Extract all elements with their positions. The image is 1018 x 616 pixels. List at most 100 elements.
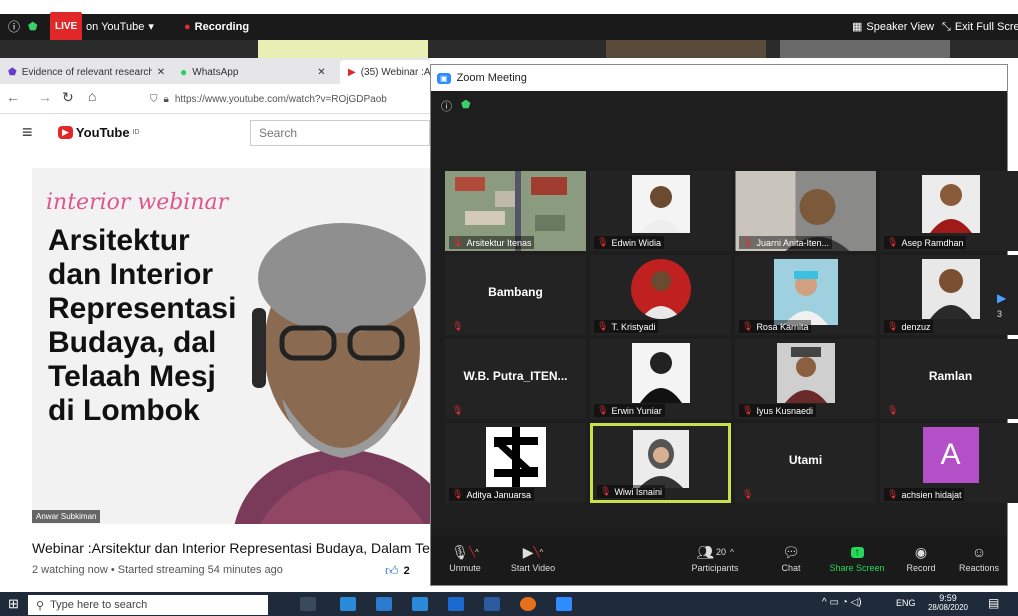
browser-tab-bar: ⬟ Evidence of relevant research o ✕ ● Wh…: [0, 58, 430, 84]
camera-off-icon: ▶ ╲ ^: [522, 543, 544, 560]
chat-button[interactable]: 💬︎ Chat: [759, 541, 823, 574]
participant-tile-2[interactable]: 🎙︎ Edwin Widia: [590, 171, 731, 251]
chevron-down-icon: ▾: [148, 21, 154, 33]
participant-name: 🎙︎ Rosa Karnita: [739, 320, 812, 333]
shield-icon[interactable]: ⬟: [28, 14, 38, 40]
participant-tile-15[interactable]: Utami 🎙︎: [735, 423, 876, 503]
encryption-shield-icon[interactable]: ⬟: [461, 98, 471, 111]
participant-photo: [776, 343, 835, 403]
close-icon[interactable]: ✕: [317, 67, 325, 78]
participant-display-name: Ramlan: [928, 369, 973, 383]
forward-icon[interactable]: →: [38, 89, 52, 105]
participant-tile-9[interactable]: W.B. Putra_ITEN... 🎙︎: [445, 339, 586, 419]
participant-name: 🎙︎ T. Kristyadi: [594, 320, 659, 333]
reactions-button[interactable]: ☺ Reactions: [947, 541, 1011, 573]
reload-icon[interactable]: ↻: [62, 89, 74, 106]
record-button[interactable]: ◉ Record: [889, 541, 953, 574]
close-icon[interactable]: ✕: [157, 67, 165, 78]
share-screen-icon: ↑: [850, 546, 864, 558]
participant-tile-11[interactable]: 🎙︎ Iyus Kusnaedi: [735, 339, 876, 419]
taskbar-search-box[interactable]: ⚲ Type here to search: [28, 595, 268, 615]
recording-indicator[interactable]: ● Recording: [184, 14, 249, 40]
participant-name: 🎙︎ Erwin Yuniar: [594, 404, 665, 417]
task-view-icon[interactable]: [300, 597, 316, 611]
participant-tile-16[interactable]: A 🎙︎ achsien hidajat: [880, 423, 1018, 503]
app-icon[interactable]: [484, 597, 500, 611]
next-page-arrow-icon[interactable]: ▶: [997, 291, 1006, 305]
muted-mic-icon: 🎙︎: [452, 237, 464, 247]
tab-whatsapp[interactable]: ● WhatsApp ✕: [172, 60, 340, 84]
participant-tile-5[interactable]: Bambang 🎙︎: [445, 255, 586, 335]
zoom-window: ▣ Zoom Meeting ⓘ ⬟ 🎙︎ Arsitektur Itenas 🎙…: [430, 64, 1018, 586]
participant-label: Edwin Widia: [611, 237, 661, 248]
share-screen-button[interactable]: ↑ Share Screen: [825, 541, 889, 573]
store-icon[interactable]: [412, 597, 428, 611]
whatsapp-icon: ●: [180, 65, 188, 79]
participant-name: 🎙︎: [449, 404, 466, 417]
participant-tile-1[interactable]: 🎙︎ Arsitektur Itenas: [445, 171, 586, 251]
participant-avatar: A: [922, 427, 979, 483]
start-video-button[interactable]: ▶ ╲ ^ Start Video: [501, 541, 565, 574]
menu-icon[interactable]: ≡: [22, 122, 33, 143]
participant-photo: [921, 175, 980, 233]
muted-mic-icon: 🎙︎: [600, 486, 612, 496]
back-icon[interactable]: ←: [6, 89, 20, 105]
zoom-taskbar-icon[interactable]: [556, 597, 572, 611]
language-indicator[interactable]: ENG: [896, 598, 916, 608]
video-meta: 2 watching now • Started streaming 54 mi…: [32, 564, 283, 576]
clock[interactable]: 9:59 28/08/2020: [926, 593, 970, 612]
participant-name: 🎙︎ Juarni Anita-Iten...: [739, 236, 832, 249]
participant-name: 🎙︎: [884, 404, 901, 417]
participant-tile-13[interactable]: 🎙︎ Aditya Januarsa: [445, 423, 586, 503]
url-field[interactable]: ⛉ 🔒︎ https://www.youtube.com/watch?v=ROj…: [150, 88, 430, 110]
participant-name: 🎙︎: [449, 320, 466, 333]
file-explorer-icon[interactable]: [376, 597, 392, 611]
participant-tile-7[interactable]: 🎙︎ Rosa Karnita: [735, 255, 876, 335]
tab-webinar[interactable]: ▶ (35) Webinar :Arsi: [340, 60, 430, 84]
tab-evidence[interactable]: ⬟ Evidence of relevant research o ✕: [0, 60, 170, 84]
participant-tile-10[interactable]: 🎙︎ Erwin Yuniar: [590, 339, 731, 419]
system-tray-icons[interactable]: ^ ▭ ◔ ◁): [822, 597, 862, 608]
record-icon: ◉: [914, 543, 928, 560]
thumbs-up-icon: 👍︎: [385, 563, 399, 578]
info-icon[interactable]: ⓘ: [8, 14, 20, 40]
like-button[interactable]: 👍︎ 2: [385, 563, 410, 579]
muted-mic-icon: 🎙︎: [742, 489, 754, 499]
video-player[interactable]: interior webinar Arsitektur dan Interior…: [32, 168, 430, 524]
participant-photo: [631, 343, 690, 403]
participant-label: Juarni Anita-Iten...: [756, 237, 829, 248]
participant-tile-12[interactable]: Ramlan 🎙︎: [880, 339, 1018, 419]
participant-label: Rosa Karnita: [756, 321, 809, 332]
participant-name: 🎙︎: [739, 488, 756, 501]
video-line-3: Representasi: [48, 292, 237, 325]
home-icon[interactable]: ⌂: [88, 88, 96, 104]
unmute-button[interactable]: 🎙︎ ╲ ^ Unmute: [433, 541, 497, 574]
firefox-icon[interactable]: [520, 597, 536, 611]
exit-full-screen-button[interactable]: ⤡ Exit Full Screen: [942, 14, 1018, 40]
speaker-view-button[interactable]: ▦ Speaker View: [852, 14, 934, 40]
windows-start-icon[interactable]: ⊞: [8, 596, 19, 612]
participant-tile-4[interactable]: 🎙︎ Asep Ramdhan: [880, 171, 1018, 251]
on-youtube-dropdown[interactable]: on YouTube ▾: [86, 14, 154, 40]
participant-tile-3[interactable]: 🎙︎ Juarni Anita-Iten...: [735, 171, 876, 251]
mic-off-icon: 🎙︎ ╲ ^: [451, 543, 479, 560]
participant-photo: [631, 175, 690, 233]
participant-photo: [630, 259, 691, 319]
notification-icon[interactable]: ▤: [988, 596, 999, 610]
edge-icon[interactable]: [340, 597, 356, 611]
youtube-logo[interactable]: ▶ YouTube ID: [58, 125, 140, 140]
participant-label: Iyus Kusnaedi: [756, 405, 813, 416]
youtube-search-input[interactable]: Search: [250, 120, 430, 146]
participant-tile-6[interactable]: 🎙︎ T. Kristyadi: [590, 255, 731, 335]
video-line-4: Budaya, dal: [48, 326, 217, 359]
participant-logo-image: [485, 427, 546, 487]
share-toolbar: ⓘ ⬟ LIVE on YouTube ▾ ● Recording ▦ Spea…: [0, 12, 1018, 42]
video-line-2: dan Interior: [48, 258, 214, 291]
muted-mic-icon: 🎙︎: [597, 321, 609, 331]
live-badge: LIVE: [50, 12, 83, 42]
mail-icon[interactable]: [448, 597, 464, 611]
participant-tile-14-active-speaker[interactable]: 🎙︎ Wiwi Isnaini: [590, 423, 731, 503]
meeting-info-icon[interactable]: ⓘ: [441, 98, 452, 114]
muted-mic-icon: 🎙︎: [742, 405, 754, 415]
participants-button[interactable]: 👥︎ 20 ^ Participants: [683, 541, 747, 574]
